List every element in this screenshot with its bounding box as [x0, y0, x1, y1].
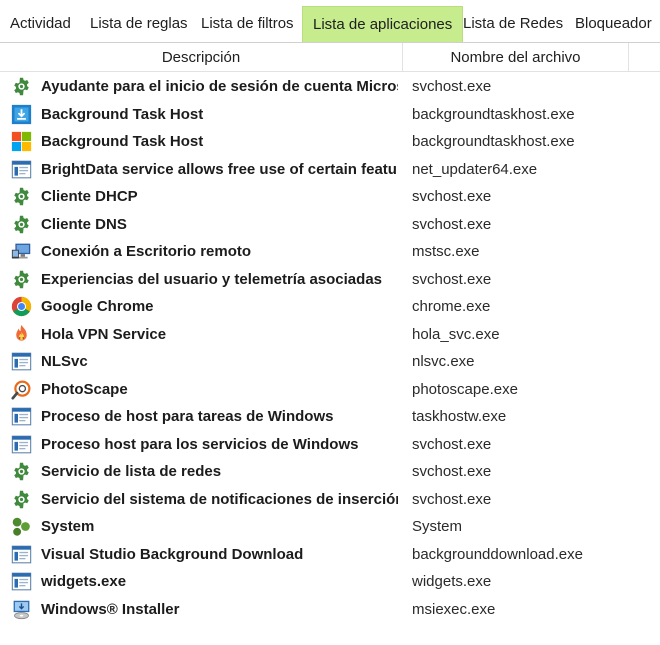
- table-row[interactable]: Background Task Host backgroundtaskhost.e…: [0, 101, 660, 129]
- table-row[interactable]: BrightData service allows free use of ce…: [0, 156, 660, 184]
- row-filename: widgets.exe: [412, 573, 492, 590]
- chrome-icon: [11, 296, 32, 317]
- background-task-icon: [11, 104, 32, 125]
- row-description: Proceso de host para tareas de Windows: [41, 408, 334, 425]
- column-header-description[interactable]: Descripción: [0, 43, 403, 72]
- table-row[interactable]: Background Task Host backgroundtaskhost.e…: [0, 128, 660, 156]
- table-row[interactable]: Hola VPN Service hola_svc.exe: [0, 321, 660, 349]
- row-filename: System: [412, 518, 463, 535]
- row-filename: svchost.exe: [412, 215, 492, 233]
- table-row[interactable]: Servicio de lista de redes svchost.exe: [0, 458, 660, 486]
- system-icon: [11, 516, 32, 537]
- row-description: widgets.exe: [41, 573, 127, 590]
- gear-icon: [11, 186, 32, 207]
- gear-icon: [11, 489, 32, 510]
- table-row[interactable]: System System: [0, 513, 660, 541]
- row-filename: svchost.exe: [412, 463, 492, 480]
- table-row[interactable]: Cliente DNS svchost.exe: [0, 211, 660, 239]
- row-description: Servicio de lista de redes: [41, 463, 222, 480]
- table-row[interactable]: Proceso host para los servicios de Windo…: [0, 431, 660, 459]
- row-filename: backgrounddownload.exe: [412, 545, 583, 563]
- app-window-icon: [11, 351, 32, 372]
- row-description: Ayudante para el inicio de sesión de cue…: [41, 78, 398, 95]
- row-filename: backgroundtaskhost.exe: [412, 105, 575, 123]
- tab-lista-de-filtros[interactable]: Lista de filtros: [191, 6, 304, 42]
- table-row[interactable]: Experiencias del usuario y telemetría as…: [0, 266, 660, 294]
- table-row[interactable]: widgets.exe widgets.exe: [0, 568, 660, 596]
- row-filename: net_updater64.exe: [412, 160, 538, 178]
- row-description: BrightData service allows free use of ce…: [41, 160, 397, 178]
- row-filename: svchost.exe: [412, 435, 492, 453]
- remote-desktop-icon: [11, 241, 32, 262]
- windows-logo-icon: [11, 131, 32, 152]
- gear-icon: [11, 269, 32, 290]
- table-row[interactable]: Windows® Installer msiexec.exe: [0, 596, 660, 624]
- row-description: Background Task Host: [41, 105, 204, 123]
- row-description: NLSvc: [41, 353, 88, 370]
- row-filename: svchost.exe: [412, 270, 492, 288]
- row-filename: svchost.exe: [412, 78, 492, 95]
- row-filename: hola_svc.exe: [412, 325, 500, 343]
- row-filename: taskhostw.exe: [412, 408, 507, 425]
- row-filename: backgroundtaskhost.exe: [412, 133, 575, 150]
- table-row[interactable]: Cliente DHCP svchost.exe: [0, 183, 660, 211]
- tab-actividad[interactable]: Actividad: [0, 6, 81, 42]
- row-filename: chrome.exe: [412, 298, 491, 315]
- row-description: Hola VPN Service: [41, 325, 167, 343]
- table-row[interactable]: Visual Studio Background Download backgro…: [0, 541, 660, 569]
- row-filename: svchost.exe: [412, 188, 492, 205]
- row-description: Proceso host para los servicios de Windo…: [41, 435, 359, 453]
- gear-icon: [11, 461, 32, 482]
- row-description: Experiencias del usuario y telemetría as…: [41, 270, 383, 288]
- app-window-icon: [11, 406, 32, 427]
- windows-installer-icon: [11, 599, 32, 620]
- row-description: Google Chrome: [41, 298, 154, 315]
- tab-bloqueador[interactable]: Bloqueador: [565, 6, 660, 42]
- row-description: System: [41, 518, 95, 535]
- row-description: Cliente DHCP: [41, 188, 138, 205]
- tab-lista-de-aplicaciones[interactable]: Lista de aplicaciones: [302, 6, 464, 42]
- gear-icon: [11, 76, 32, 97]
- row-description: Cliente DNS: [41, 215, 127, 233]
- row-filename: nlsvc.exe: [412, 353, 475, 370]
- hola-vpn-icon: [11, 324, 32, 345]
- table-row[interactable]: Ayudante para el inicio de sesión de cue…: [0, 73, 660, 101]
- row-filename: mstsc.exe: [412, 243, 480, 260]
- tab-lista-de-reglas[interactable]: Lista de reglas: [80, 6, 198, 42]
- row-description: Conexión a Escritorio remoto: [41, 243, 252, 260]
- row-description: PhotoScape: [41, 380, 128, 398]
- application-list: Ayudante para el inicio de sesión de cue…: [0, 73, 660, 623]
- table-row[interactable]: Proceso de host para tareas de Windows ta…: [0, 403, 660, 431]
- row-description: Background Task Host: [41, 133, 204, 150]
- table-header: Descripción Nombre del archivo: [0, 43, 660, 72]
- row-description: Servicio del sistema de notificaciones d…: [41, 490, 398, 508]
- row-filename: photoscape.exe: [412, 380, 518, 398]
- row-filename: svchost.exe: [412, 490, 492, 508]
- gear-icon: [11, 214, 32, 235]
- app-window-icon: [11, 159, 32, 180]
- app-window-icon: [11, 571, 32, 592]
- row-description: Windows® Installer: [41, 600, 180, 618]
- tab-lista-de-redes[interactable]: Lista de Redes: [453, 6, 573, 42]
- table-row[interactable]: Conexión a Escritorio remoto mstsc.exe: [0, 238, 660, 266]
- table-row[interactable]: NLSvc nlsvc.exe: [0, 348, 660, 376]
- table-row[interactable]: PhotoScape photoscape.exe: [0, 376, 660, 404]
- app-window-icon: [11, 434, 32, 455]
- table-row[interactable]: Google Chrome chrome.exe: [0, 293, 660, 321]
- tab-bar: Actividad Lista de reglas Lista de filtr…: [0, 0, 660, 43]
- photoscape-icon: [11, 379, 32, 400]
- row-filename: msiexec.exe: [412, 600, 496, 618]
- app-window-icon: [11, 544, 32, 565]
- column-header-filename[interactable]: Nombre del archivo: [403, 43, 629, 72]
- row-description: Visual Studio Background Download: [41, 545, 304, 563]
- table-row[interactable]: Servicio del sistema de notificaciones d…: [0, 486, 660, 514]
